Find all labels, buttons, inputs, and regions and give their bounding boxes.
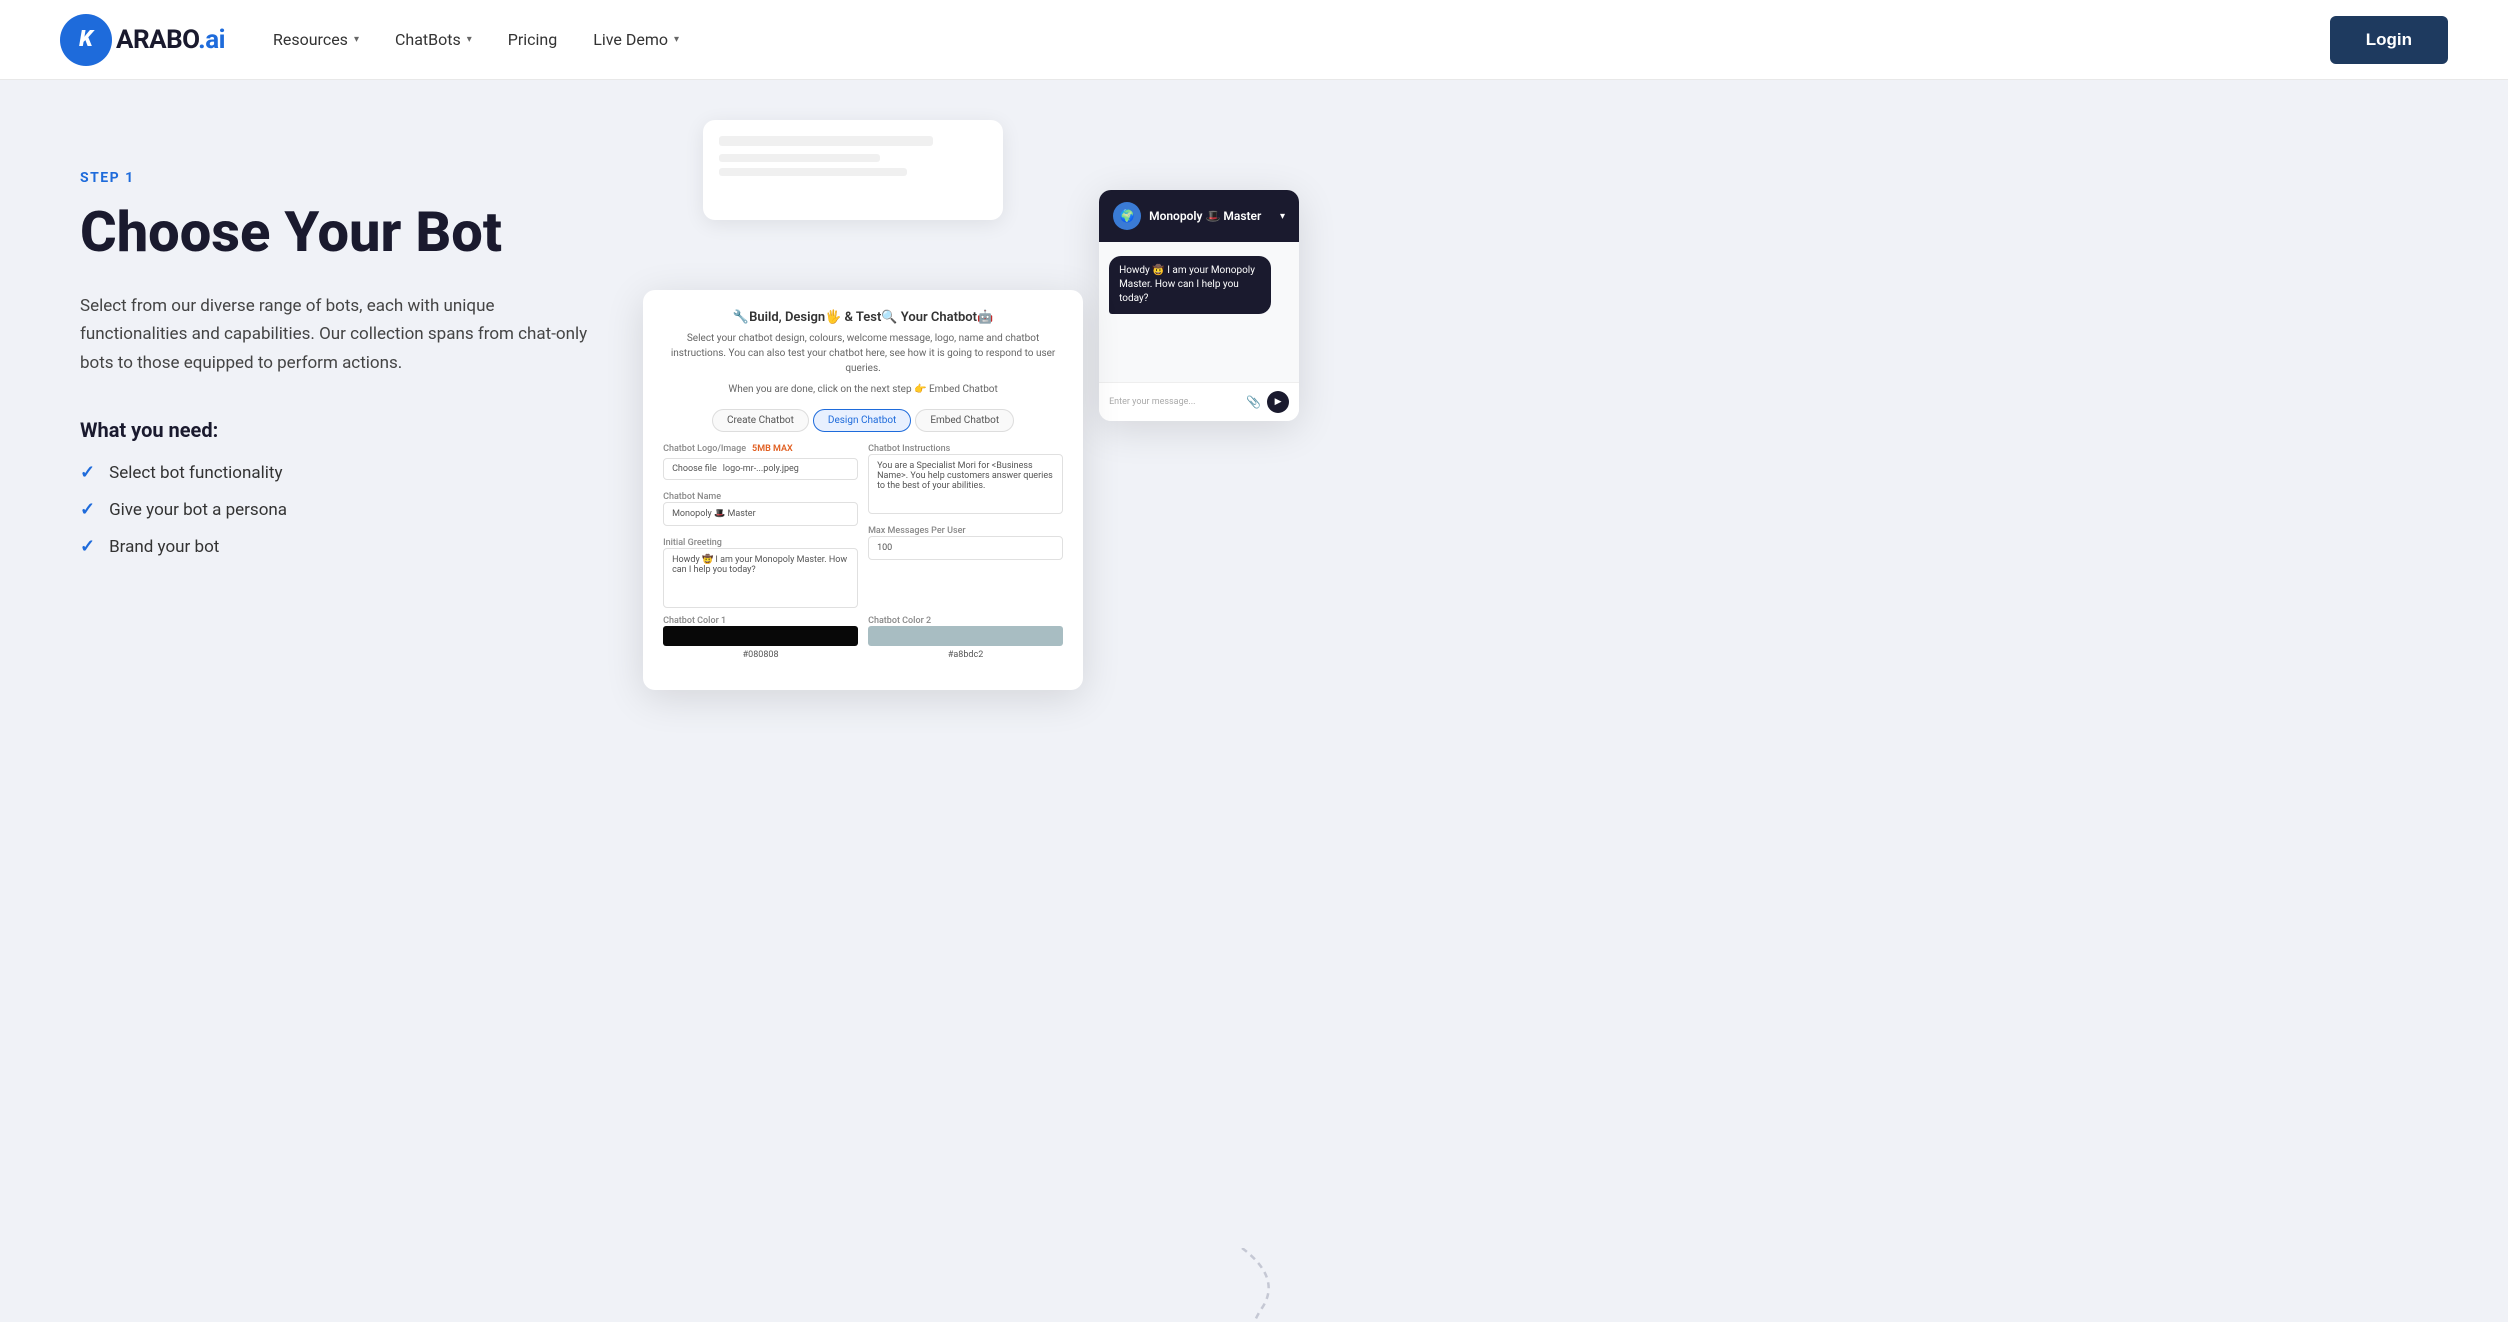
attach-icon[interactable]: 📎 (1246, 395, 1261, 409)
chevron-down-icon: ▾ (674, 34, 679, 45)
content-grid: STEP 1 Choose Your Bot Select from our d… (80, 140, 1480, 690)
chevron-down-icon: ▾ (354, 34, 359, 45)
logo-ai: .ai (198, 25, 225, 55)
what-you-need-title: What you need: (80, 418, 603, 442)
step-label: STEP 1 (80, 170, 603, 186)
chat-bubble: Howdy 🤠 I am your Monopoly Master. How c… (1109, 256, 1271, 314)
chatbot-name-input[interactable]: Monopoly 🎩 Master (663, 502, 858, 526)
list-item: ✓ Select bot functionality (80, 462, 603, 483)
logo-filename: logo-mr-...poly.jpeg (723, 464, 799, 474)
avatar: 🌍 (1113, 202, 1141, 230)
color1-swatch[interactable] (663, 626, 858, 646)
screenshot-header: 🔧Build, Design🖐 & Test🔍 Your Chatbot🤖 Se… (663, 310, 1063, 397)
color1-item: Chatbot Color 1 #080808 (663, 616, 858, 660)
list-item: ✓ Brand your bot (80, 536, 603, 557)
dashes-decoration (1182, 1248, 1302, 1322)
check-icon: ✓ (80, 462, 95, 483)
page-title: Choose Your Bot (80, 202, 603, 264)
chevron-down-icon: ▾ (1280, 211, 1285, 222)
screenshot-title: 🔧Build, Design🖐 & Test🔍 Your Chatbot🤖 (663, 310, 1063, 325)
initial-greeting-input[interactable]: Howdy 🤠 I am your Monopoly Master. How c… (663, 548, 858, 608)
color1-value: #080808 (663, 650, 858, 660)
screenshot-chat: 🌍 Monopoly 🎩 Master ▾ Howdy 🤠 I am your … (1099, 190, 1299, 421)
screenshots-area: 🔧Build, Design🖐 & Test🔍 Your Chatbot🤖 Se… (643, 140, 1480, 690)
checklist-item-3: Brand your bot (109, 537, 219, 557)
logo-k-letter: K (79, 27, 93, 52)
chat-header-info: 🌍 Monopoly 🎩 Master (1113, 202, 1261, 230)
checklist: ✓ Select bot functionality ✓ Give your b… (80, 462, 603, 557)
logo-brand: ARABO (116, 25, 198, 55)
form-left: Chatbot Logo/Image 5MB MAX Choose file l… (663, 444, 858, 608)
chat-input-area: Enter your message... 📎 ▶ (1099, 382, 1299, 421)
avatar-emoji: 🌍 (1120, 209, 1135, 223)
logo-size-limit: 5MB MAX (752, 444, 793, 454)
nav-item-live-demo[interactable]: Live Demo ▾ (593, 30, 679, 49)
tab-embed-chatbot[interactable]: Embed Chatbot (915, 409, 1014, 432)
left-content: STEP 1 Choose Your Bot Select from our d… (80, 140, 603, 557)
color2-item: Chatbot Color 2 #a8bdc2 (868, 616, 1063, 660)
color1-label: Chatbot Color 1 (663, 616, 858, 626)
color2-value: #a8bdc2 (868, 650, 1063, 660)
send-button[interactable]: ▶ (1267, 391, 1289, 413)
choose-file-label: Choose file (672, 464, 717, 474)
logo[interactable]: K ARABO.ai (60, 14, 225, 66)
logo-circle: K (60, 14, 112, 66)
main-section: STEP 1 Choose Your Bot Select from our d… (0, 80, 2508, 1322)
navbar: K ARABO.ai Resources ▾ ChatBots ▾ Pricin… (0, 0, 2508, 80)
logo-text: ARABO.ai (116, 25, 225, 55)
screenshot-top (703, 120, 1003, 220)
nav-pricing-label: Pricing (508, 30, 558, 49)
chatbot-name-label: Chatbot Name (663, 492, 858, 502)
chat-bot-name: Monopoly 🎩 Master (1149, 209, 1261, 223)
color2-label: Chatbot Color 2 (868, 616, 1063, 626)
initial-greeting-label: Initial Greeting (663, 538, 858, 548)
max-messages-input[interactable]: 100 (868, 536, 1063, 560)
nav-item-pricing[interactable]: Pricing (508, 30, 558, 49)
checklist-item-2: Give your bot a persona (109, 500, 287, 520)
nav-live-demo-label: Live Demo (593, 30, 668, 49)
tab-create-chatbot[interactable]: Create Chatbot (712, 409, 809, 432)
screenshot-subtitle: Select your chatbot design, colours, wel… (663, 331, 1063, 376)
max-messages-label: Max Messages Per User (868, 526, 1063, 536)
logo-file-input[interactable]: Choose file logo-mr-...poly.jpeg (663, 458, 858, 480)
form-grid: Chatbot Logo/Image 5MB MAX Choose file l… (663, 444, 1063, 608)
screenshot-main: 🔧Build, Design🖐 & Test🔍 Your Chatbot🤖 Se… (643, 210, 1083, 690)
nav-item-chatbots[interactable]: ChatBots ▾ (395, 30, 472, 49)
chat-input-placeholder[interactable]: Enter your message... (1109, 397, 1240, 407)
chat-header: 🌍 Monopoly 🎩 Master ▾ (1099, 190, 1299, 242)
main-description: Select from our diverse range of bots, e… (80, 292, 600, 379)
list-item: ✓ Give your bot a persona (80, 499, 603, 520)
nav-resources-label: Resources (273, 30, 348, 49)
color2-swatch[interactable] (868, 626, 1063, 646)
nav-item-resources[interactable]: Resources ▾ (273, 30, 359, 49)
navbar-left: K ARABO.ai Resources ▾ ChatBots ▾ Pricin… (60, 14, 679, 66)
send-icon: ▶ (1275, 397, 1282, 407)
instructions-input[interactable]: You are a Specialist Mori for <Business … (868, 454, 1063, 514)
nav-links: Resources ▾ ChatBots ▾ Pricing Live Demo… (273, 30, 679, 49)
chevron-down-icon: ▾ (467, 34, 472, 45)
check-icon: ✓ (80, 499, 95, 520)
chat-messages: Howdy 🤠 I am your Monopoly Master. How c… (1099, 242, 1299, 382)
form-right: Chatbot Instructions You are a Specialis… (868, 444, 1063, 608)
tab-design-chatbot[interactable]: Design Chatbot (813, 409, 911, 432)
chatbot-builder-card: 🔧Build, Design🖐 & Test🔍 Your Chatbot🤖 Se… (643, 290, 1083, 690)
instructions-label: Chatbot Instructions (868, 444, 1063, 454)
color-swatches: Chatbot Color 1 #080808 Chatbot Color 2 … (663, 616, 1063, 660)
checklist-item-1: Select bot functionality (109, 463, 282, 483)
screenshot-when-done: When you are done, click on the next ste… (663, 382, 1063, 397)
login-button[interactable]: Login (2330, 16, 2448, 64)
logo-field-label: Chatbot Logo/Image (663, 444, 746, 454)
nav-chatbots-label: ChatBots (395, 30, 461, 49)
check-icon: ✓ (80, 536, 95, 557)
screenshot-tabs: Create Chatbot Design Chatbot Embed Chat… (663, 409, 1063, 432)
